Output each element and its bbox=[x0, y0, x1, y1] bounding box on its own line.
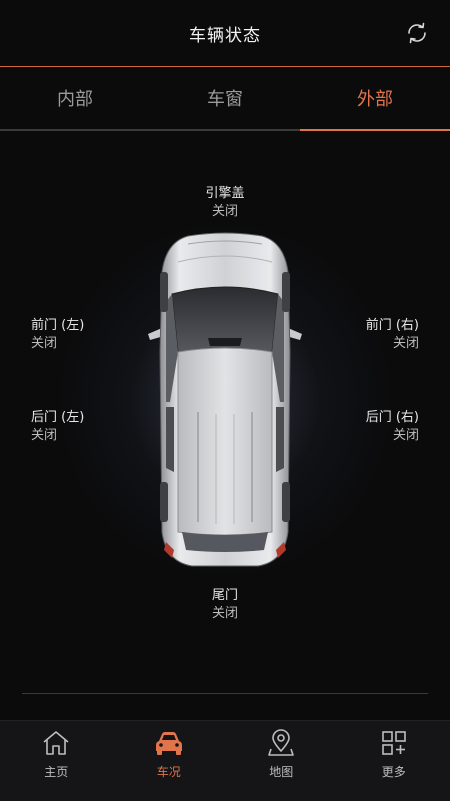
refresh-button[interactable] bbox=[404, 20, 430, 46]
bottom-nav: 主页 车况 地图 更多 bbox=[0, 720, 450, 801]
rear-right-door-label: 后门 (右) bbox=[366, 409, 419, 427]
car-icon bbox=[154, 729, 184, 757]
front-right-door-status: 前门 (右) 关闭 bbox=[366, 317, 419, 353]
active-tab-indicator bbox=[300, 129, 450, 131]
hood-state: 关闭 bbox=[165, 203, 285, 221]
rear-right-door-status: 后门 (右) 关闭 bbox=[366, 409, 419, 445]
hood-status: 引擎盖 关闭 bbox=[165, 185, 285, 221]
tab-windows[interactable]: 车窗 bbox=[150, 67, 300, 129]
tab-interior-label: 内部 bbox=[57, 85, 93, 111]
nav-map[interactable]: 地图 bbox=[225, 721, 338, 801]
trunk-state: 关闭 bbox=[165, 605, 285, 623]
front-right-door-label: 前门 (右) bbox=[366, 317, 419, 335]
front-left-door-status: 前门 (左) 关闭 bbox=[31, 317, 84, 353]
rear-left-door-state: 关闭 bbox=[31, 427, 84, 445]
tab-underline bbox=[0, 129, 450, 131]
nav-home-label: 主页 bbox=[44, 763, 68, 780]
tab-interior[interactable]: 内部 bbox=[0, 67, 150, 129]
tab-exterior[interactable]: 外部 bbox=[300, 67, 450, 129]
nav-vehicle-status[interactable]: 车况 bbox=[113, 721, 226, 801]
rear-left-door-label: 后门 (左) bbox=[31, 409, 84, 427]
nav-home[interactable]: 主页 bbox=[0, 721, 113, 801]
front-right-door-state: 关闭 bbox=[366, 335, 419, 353]
map-pin-icon bbox=[266, 729, 296, 757]
nav-more[interactable]: 更多 bbox=[338, 721, 450, 801]
hood-label: 引擎盖 bbox=[165, 185, 285, 203]
nav-map-label: 地图 bbox=[269, 763, 293, 780]
car-top-view bbox=[148, 232, 302, 570]
page-title: 车辆状态 bbox=[189, 21, 261, 46]
tab-bar: 内部 车窗 外部 bbox=[0, 67, 450, 129]
content-divider bbox=[22, 693, 428, 694]
tab-windows-label: 车窗 bbox=[207, 85, 243, 111]
tab-exterior-label: 外部 bbox=[357, 85, 393, 111]
rear-right-door-state: 关闭 bbox=[366, 427, 419, 445]
rear-left-door-status: 后门 (左) 关闭 bbox=[31, 409, 84, 445]
trunk-label: 尾门 bbox=[165, 587, 285, 605]
refresh-icon bbox=[405, 21, 429, 45]
front-left-door-label: 前门 (左) bbox=[31, 317, 84, 335]
trunk-status: 尾门 关闭 bbox=[165, 587, 285, 623]
home-icon bbox=[41, 729, 71, 757]
nav-more-label: 更多 bbox=[382, 763, 406, 780]
top-bar: 车辆状态 bbox=[0, 0, 450, 66]
grid-plus-icon bbox=[379, 729, 409, 757]
front-left-door-state: 关闭 bbox=[31, 335, 84, 353]
nav-vehicle-status-label: 车况 bbox=[157, 763, 181, 780]
